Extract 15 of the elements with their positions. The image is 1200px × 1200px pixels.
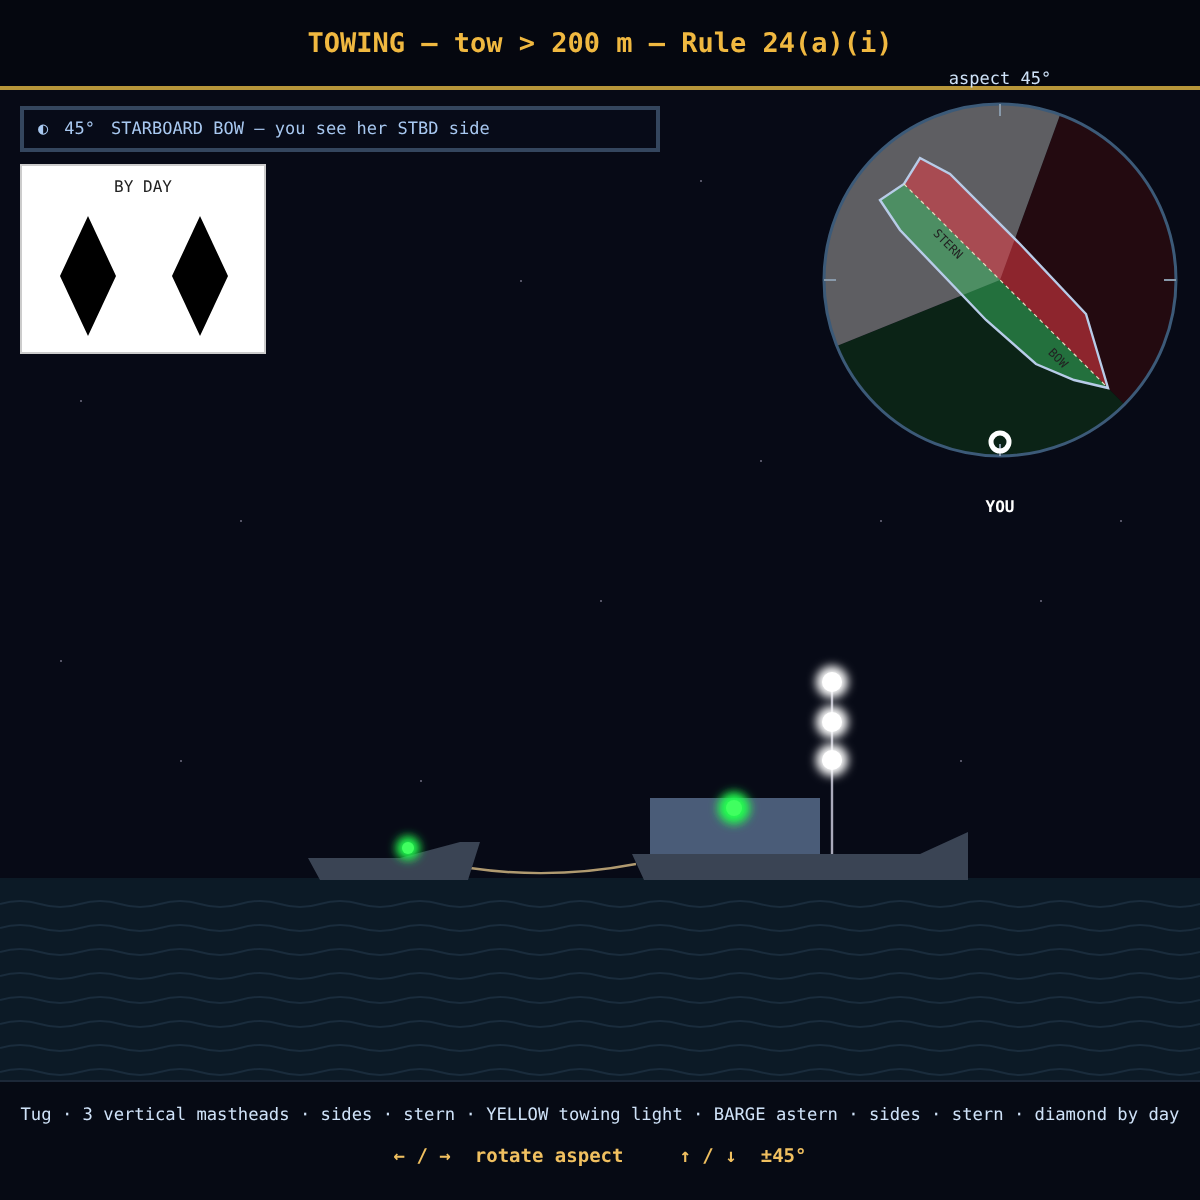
page-title: TOWING — tow > 200 m — Rule 24(a)(i): [307, 27, 893, 59]
key-action: rotate aspect: [474, 1146, 624, 1168]
aspect-description: STARBOARD BOW — you see her STBD side: [110, 119, 490, 139]
diamond-shape: [171, 216, 227, 336]
key-action: ±45°: [760, 1146, 807, 1168]
aspect-angle: 45°: [64, 119, 95, 139]
lights-legend: Tug · 3 vertical mastheads · sides · stern · YELLOW towing light · BARGE astern · sides · stern · diamond by day: [20, 1106, 1180, 1126]
observer-label: YOU: [985, 498, 1015, 516]
observer-ring-icon: [988, 430, 1012, 454]
half-circle-icon: ◐: [38, 119, 49, 139]
aspect-label: aspect 45°: [948, 70, 1052, 90]
key-hint: ↑ / ↓: [679, 1146, 737, 1168]
key-hint: ← / →: [393, 1146, 451, 1168]
card-title: BY DAY: [114, 178, 172, 196]
diamond-shape: [59, 216, 115, 336]
